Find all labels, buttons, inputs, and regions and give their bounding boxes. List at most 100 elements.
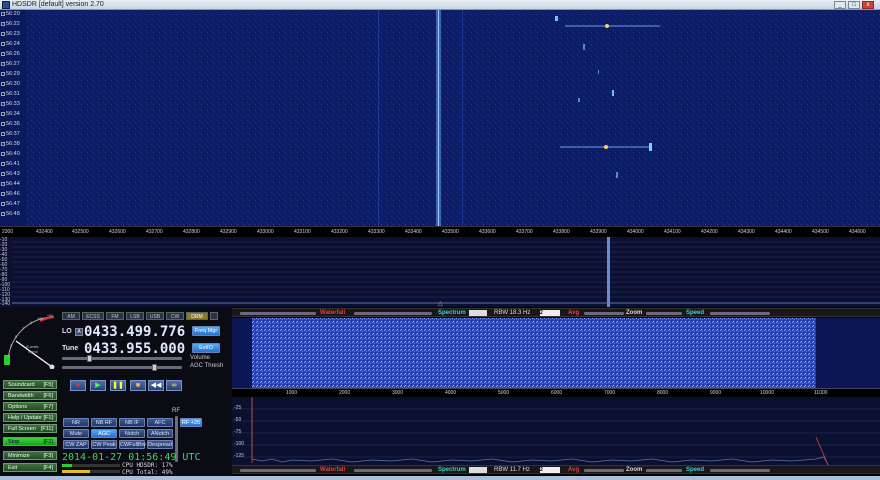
mute-button[interactable]: Mute: [63, 429, 89, 438]
loop-button[interactable]: ∞: [166, 380, 182, 391]
timestamp: 56:41: [0, 160, 20, 169]
extio-button[interactable]: ExtIO: [192, 343, 220, 353]
frequency-scale[interactable]: 2300 432400 432500 432600 432700 432800 …: [0, 226, 880, 237]
stop-button[interactable]: Stop [F2]: [3, 437, 57, 446]
meter-sub-label: Signal: [28, 350, 38, 354]
rf-gain-button[interactable]: RF +25: [180, 418, 202, 427]
speed-slider[interactable]: [710, 312, 770, 315]
full-screen-button[interactable]: Full Screen [F11]: [3, 424, 57, 433]
spectrum-stepper-2[interactable]: [469, 467, 487, 473]
audio-tick: 9000: [710, 390, 722, 396]
minimize-button[interactable]: Minimize [F3]: [3, 451, 57, 460]
meter-scale: 1: [8, 354, 10, 358]
rf-waterfall[interactable]: 56:20 56:22 56:23 56:24 56:26 56:27 56:2…: [0, 10, 880, 226]
mode-lsb-button[interactable]: LSB: [126, 312, 144, 320]
lo-label: LO: [62, 328, 72, 335]
zoom-slider-2[interactable]: [646, 469, 682, 472]
mode-extra-toggle[interactable]: [210, 312, 218, 320]
volume-slider-thumb[interactable]: [87, 355, 92, 362]
anotch-button[interactable]: ANotch: [147, 429, 173, 438]
nb-rf-button[interactable]: NB RF: [91, 418, 117, 427]
nr-button[interactable]: NR: [63, 418, 89, 427]
waterfall-slider-2[interactable]: [240, 469, 316, 472]
freq-tick: 433600: [479, 229, 496, 235]
freq-tick: 433000: [257, 229, 274, 235]
rf-spectrum[interactable]: △ -10 -20 -30 -40 -50 -60 -70 -80 -90 -1…: [0, 237, 880, 307]
options-button[interactable]: Options [F7]: [3, 402, 57, 411]
volume-label: Volume: [190, 355, 211, 361]
meter-scale: 5: [15, 335, 17, 339]
play-button[interactable]: ▶: [90, 380, 106, 391]
cw-zap-button[interactable]: CW ZAP: [63, 440, 89, 449]
speed-slider-2[interactable]: [710, 469, 770, 472]
freq-tick: 433500: [442, 229, 459, 235]
timestamp: 56:38: [0, 140, 20, 149]
freq-tick: 433300: [368, 229, 385, 235]
freq-tick: 434500: [812, 229, 829, 235]
timestamp: 56:23: [0, 30, 20, 39]
mode-am-button[interactable]: AM: [62, 312, 80, 320]
waterfall-slider[interactable]: [240, 312, 316, 315]
rbw-select-2[interactable]: 2: [540, 467, 560, 473]
taskbar: [0, 476, 880, 480]
freq-tick: 432500: [72, 229, 89, 235]
lo-frequency-display[interactable]: 0433.499.776: [84, 324, 185, 340]
audio-tick: 6000: [551, 390, 563, 396]
zoom-label: Zoom: [626, 310, 643, 316]
tune-frequency-display[interactable]: 0433.955.000: [84, 341, 185, 357]
audio-tick: 8000: [657, 390, 669, 396]
mode-fm-button[interactable]: FM: [106, 312, 124, 320]
freq-tick: 433200: [331, 229, 348, 235]
mode-ecss-button[interactable]: ECSS: [82, 312, 104, 320]
timestamp: 56:26: [0, 50, 20, 59]
soundcard-button[interactable]: Soundcard [F5]: [3, 380, 57, 389]
audio-spectrum[interactable]: -25 -50 -75 -100 -125: [232, 397, 880, 465]
avg-slider-2[interactable]: [584, 469, 624, 472]
rewind-button[interactable]: ◀◀: [148, 380, 164, 391]
help-update-button[interactable]: Help / Update [F1]: [3, 413, 57, 422]
agc-threshold-slider[interactable]: [62, 366, 182, 369]
timestamp: 56:40: [0, 150, 20, 159]
freq-tick: 434200: [701, 229, 718, 235]
meter-label: S-units: [26, 344, 38, 349]
stop-playback-button[interactable]: ■: [130, 380, 146, 391]
audio-frequency-scale[interactable]: 1000 2000 3000 4000 5000 6000 7000 8000 …: [232, 388, 880, 397]
audio-db-label: -75: [234, 429, 242, 435]
volume-slider[interactable]: [62, 357, 182, 360]
zoom-slider[interactable]: [646, 312, 682, 315]
freq-tick: 434400: [775, 229, 792, 235]
mode-cw-button[interactable]: CW: [166, 312, 184, 320]
avg-slider[interactable]: [584, 312, 624, 315]
record-button[interactable]: ●: [70, 380, 86, 391]
lo-badge[interactable]: A: [75, 328, 83, 336]
mode-drm-button[interactable]: DRM: [186, 312, 208, 320]
spectrum-stepper[interactable]: [469, 310, 487, 316]
freq-tick: 434300: [738, 229, 755, 235]
mode-usb-button[interactable]: USB: [146, 312, 164, 320]
maximize-window-button[interactable]: □: [848, 1, 860, 9]
agc-threshold-slider-thumb[interactable]: [152, 364, 157, 371]
audio-waterfall[interactable]: [232, 318, 880, 388]
cpu-total-bar: [62, 470, 120, 473]
audio-db-label: -125: [234, 453, 245, 459]
rbw-select[interactable]: 2: [540, 310, 560, 316]
nb-if-button[interactable]: NB IF: [119, 418, 145, 427]
notch-button[interactable]: Notch: [119, 429, 145, 438]
spectrum-slider-2[interactable]: [354, 469, 432, 472]
window-title: HDSDR [default] version 2.70: [12, 1, 104, 8]
freq-manager-button[interactable]: Freq Mgr: [192, 326, 220, 336]
title-bar: HDSDR [default] version 2.70 _ □ x: [0, 0, 880, 10]
afc-button[interactable]: AFC: [147, 418, 173, 427]
minimize-window-button[interactable]: _: [834, 1, 846, 9]
exit-button[interactable]: Exit [F4]: [3, 463, 57, 472]
spectrum-slider[interactable]: [354, 312, 432, 315]
timestamp: 56:46: [0, 190, 20, 199]
close-window-button[interactable]: x: [862, 1, 874, 9]
despread-button[interactable]: Despread: [147, 440, 173, 449]
agc-slow-button[interactable]: AGC Slow: [91, 429, 117, 446]
cw-fullbw-button[interactable]: CWFullBw: [119, 440, 146, 449]
timestamp: 56:34: [0, 110, 20, 119]
bandwidth-button[interactable]: Bandwidth [F6]: [3, 391, 57, 400]
pause-button[interactable]: ❚❚: [110, 380, 126, 391]
cw-peak-button[interactable]: CW Peak: [91, 440, 117, 449]
